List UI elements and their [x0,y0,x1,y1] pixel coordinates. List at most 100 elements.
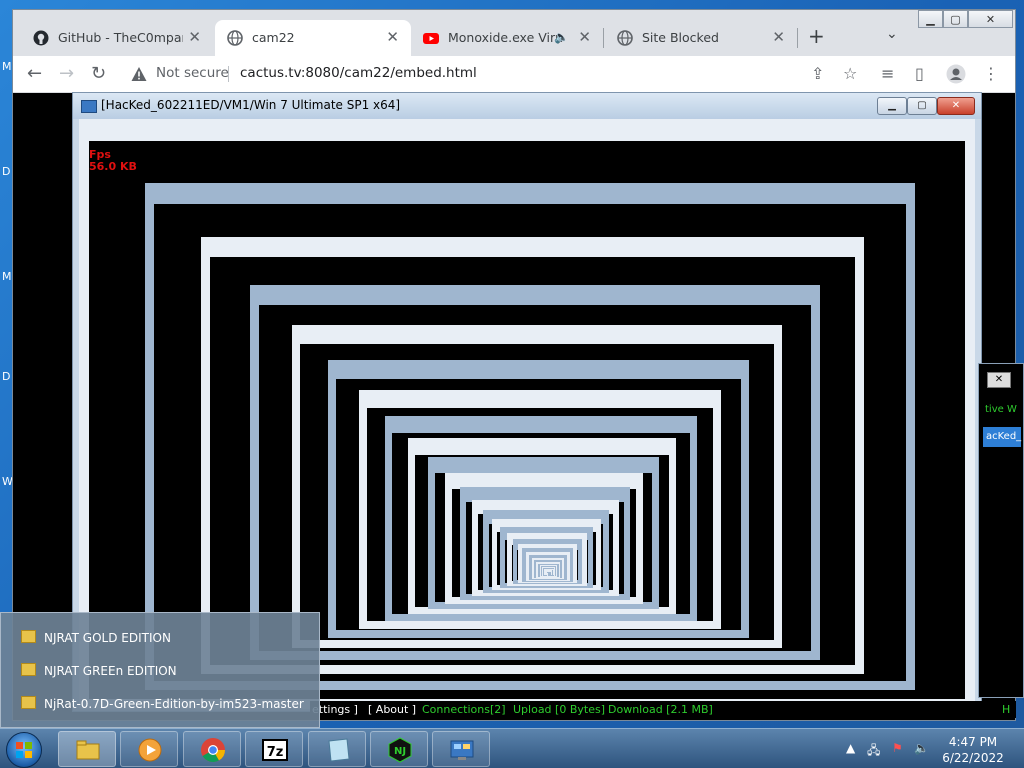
network-icon[interactable]: 🖧 [867,741,880,762]
youtube-icon [423,33,439,44]
remote-close-button[interactable]: ✕ [937,97,975,115]
folder-icon [21,630,36,643]
tab-search-chevron-icon[interactable]: ⌄ [886,26,898,42]
tab-close-icon[interactable]: ✕ [772,28,785,46]
taskbar-chrome[interactable] [183,731,241,767]
globe-icon [227,30,243,46]
url-text[interactable]: cactus.tv:8080/cam22/embed.html [240,65,477,81]
folder-icon [21,663,36,676]
warning-icon[interactable] [131,66,147,82]
security-flag-icon[interactable]: ⚑ [892,741,903,755]
taskbar-notepad[interactable] [308,731,366,767]
transfer-rate: 56.0 KB [89,160,137,173]
tab-label: Monoxide.exe Virus [448,30,563,45]
kebab-menu-icon[interactable]: ⋮ [983,64,999,83]
security-label: Not secure [156,65,229,81]
tab-cam22[interactable]: cam22 ✕ [215,20,411,56]
tray-expand-icon[interactable]: ▲ [846,741,855,755]
side-close-button[interactable]: ✕ [987,372,1011,388]
fps-counter: Fps 56.0 KB [89,149,137,173]
desktop-glyph: M [2,270,12,283]
tab-monoxide[interactable]: Monoxide.exe Virus 🔈 ✕ [411,20,603,56]
side-window: ✕ tive W acKed_ [978,363,1024,698]
taskbar-njrat[interactable]: NJ [370,731,428,767]
desktop-glyph: M [2,60,12,73]
media-player-icon [138,738,162,762]
window-icon [81,100,97,113]
taskbar-control-panel[interactable] [432,731,490,767]
speaker-icon[interactable]: 🔈 [554,30,569,44]
svg-text:7z: 7z [267,745,284,760]
remote-window-titlebar[interactable]: [HacKed_602211ED/VM1/Win 7 Ultimate SP1 … [73,93,981,119]
start-button[interactable] [6,732,42,768]
desktop-glyph: D [2,370,11,383]
minimize-button[interactable]: ▁ [918,10,943,28]
connections-count: Connections[2] [422,703,506,716]
jump-list-label: NjRat-0.7D-Green-Edition-by-im523-master [44,697,304,711]
download-stat: Download [2.1 MB] [608,703,713,716]
upload-stat: Upload [0 Bytes] [513,703,605,716]
media-controls-icon[interactable]: ≡ [881,64,894,83]
remote-maximize-button[interactable]: ▢ [907,97,937,115]
notepad-icon [328,738,350,762]
side-window-selected-item[interactable]: acKed_ [983,427,1021,447]
system-clock[interactable]: 4:47 PM 6/22/2022 [930,734,1016,766]
clock-date: 6/22/2022 [942,751,1004,765]
profile-icon[interactable] [946,64,966,84]
side-panel-icon[interactable]: ▯ [915,64,924,83]
side-edge-letter: H [1002,703,1011,716]
forward-arrow-icon[interactable]: → [59,63,74,84]
jump-list-item[interactable]: NjRat-0.7D-Green-Edition-by-im523-master [21,696,304,711]
tab-close-icon[interactable]: ✕ [386,28,399,46]
folder-icon [21,696,36,709]
globe-icon [617,30,633,46]
maximize-button[interactable]: ▢ [943,10,968,28]
about-link[interactable]: [ About ] [368,703,416,716]
taskbar: 7z NJ ▲ 🖧 ⚑ 🔈 4:47 PM 6/22/2022 [0,728,1024,768]
omnibox[interactable]: Not secure cactus.tv:8080/cam22/embed.ht… [123,61,883,87]
close-window-button[interactable]: ✕ [968,10,1013,28]
tab-close-icon[interactable]: ✕ [188,28,201,46]
jump-list-item[interactable]: NJRAT GREEn EDITION [21,663,177,678]
njrat-icon: NJ [388,737,412,763]
jump-list-label: NJRAT GOLD EDITION [44,631,171,645]
svg-text:NJ: NJ [394,746,406,757]
tab-github[interactable]: GitHub - TheC0mpany/ ✕ [21,20,213,56]
jump-list-label: NJRAT GREEn EDITION [44,664,177,678]
tab-divider [797,28,798,48]
share-icon[interactable]: ⇪ [811,64,824,83]
remote-window-title: [HacKed_602211ED/VM1/Win 7 Ultimate SP1 … [101,98,401,112]
tab-strip: ▁ ▢ ✕ GitHub - TheC0mpany/ ✕ cam22 ✕ Mon… [13,10,1015,56]
tab-site-blocked[interactable]: Site Blocked ✕ [605,20,797,56]
reload-icon[interactable]: ↻ [91,63,106,84]
tab-close-icon[interactable]: ✕ [578,28,591,46]
back-arrow-icon[interactable]: ← [27,63,42,84]
taskbar-explorer[interactable] [58,731,116,767]
recursive-frame [547,572,551,576]
clock-time: 4:47 PM [948,735,998,749]
desktop-glyph: D [2,165,11,178]
github-icon [33,30,49,46]
taskbar-media-player[interactable] [120,731,178,767]
side-window-text: tive W [985,404,1017,415]
control-panel-icon [450,740,474,760]
taskbar-7zip[interactable]: 7z [245,731,303,767]
remote-minimize-button[interactable]: ▁ [877,97,907,115]
7zip-icon: 7z [262,739,288,761]
chrome-icon [201,738,225,763]
tab-label: Site Blocked [642,30,719,45]
new-tab-button[interactable]: + [808,24,825,48]
windows-logo-icon [16,742,32,758]
tab-divider [603,28,604,48]
explorer-icon [76,740,100,760]
bookmark-star-icon[interactable]: ☆ [843,64,857,83]
jump-list-item[interactable]: NJRAT GOLD EDITION [21,630,171,645]
volume-icon[interactable]: 🔈 [914,741,929,755]
address-toolbar: ← → ↻ Not secure cactus.tv:8080/cam22/em… [13,56,1015,93]
tab-label: cam22 [252,30,295,45]
desktop-glyph: W [2,475,13,488]
njrat-status-bar: ettings ] [ About ] Connections[2] Uploa… [310,701,1016,718]
omnibox-divider [228,66,229,82]
jump-list: NJRAT GOLD EDITION NJRAT GREEn EDITION N… [0,612,320,728]
tab-label: GitHub - TheC0mpany/ [58,30,183,45]
